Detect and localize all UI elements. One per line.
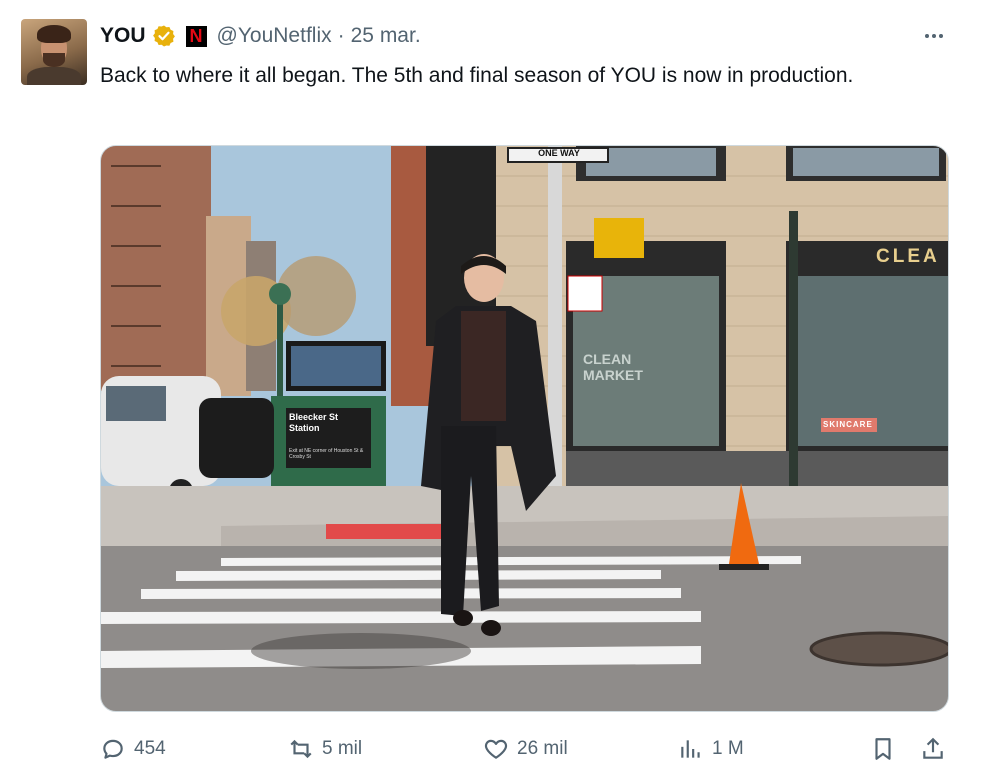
author-handle[interactable]: @YouNetflix <box>217 24 332 48</box>
author-name[interactable]: YOU <box>100 24 146 48</box>
one-way-sign-label: ONE WAY <box>538 148 580 158</box>
tweet-header: YOU N @YouNetflix · 25 mar. <box>100 22 421 50</box>
views-button[interactable]: 1 M <box>678 732 744 766</box>
street-scene-illustration <box>101 146 948 711</box>
avatar-beard <box>43 53 65 67</box>
store-sign: CLEA <box>876 246 940 267</box>
verified-badge-icon[interactable] <box>152 24 176 48</box>
reply-button[interactable]: 454 <box>100 732 166 766</box>
tweet-text: Back to where it all began. The 5th and … <box>100 64 854 87</box>
repost-icon <box>290 739 312 759</box>
repost-button[interactable]: 5 mil <box>288 732 362 766</box>
views-chart-icon <box>681 740 700 758</box>
tweet-photo[interactable]: ONE WAY Bleecker St Station Exit at NE c… <box>100 145 949 712</box>
tweet-date[interactable]: 25 mar. <box>351 24 421 48</box>
station-sign-line1: Bleecker St <box>289 412 339 422</box>
bookmark-button[interactable] <box>870 732 896 766</box>
more-options-icon[interactable] <box>918 26 950 46</box>
skincare-label: SKINCARE <box>823 420 873 429</box>
share-button[interactable] <box>920 732 946 766</box>
like-count: 26 mil <box>517 738 568 759</box>
station-sign-line2: Station <box>289 423 320 433</box>
tweet-actions: 454 5 mil 26 mil 1 M <box>100 732 950 766</box>
share-icon <box>923 737 943 759</box>
heart-icon <box>484 739 508 759</box>
avatar-hair <box>37 25 71 43</box>
reply-icon <box>103 739 123 759</box>
author-avatar[interactable] <box>21 19 87 85</box>
like-button[interactable]: 26 mil <box>483 732 568 766</box>
reply-count: 454 <box>134 738 166 759</box>
netflix-affiliate-icon[interactable]: N <box>185 25 207 47</box>
header-separator: · <box>337 24 345 47</box>
repost-count: 5 mil <box>322 738 363 759</box>
avatar-coat <box>27 67 81 85</box>
store-window-text: CLEAN MARKET <box>583 351 643 383</box>
bookmark-icon <box>875 738 891 760</box>
views-count: 1 M <box>712 738 744 759</box>
station-sign-footer: Exit at NE corner of Houston St & Crosby… <box>289 448 364 460</box>
